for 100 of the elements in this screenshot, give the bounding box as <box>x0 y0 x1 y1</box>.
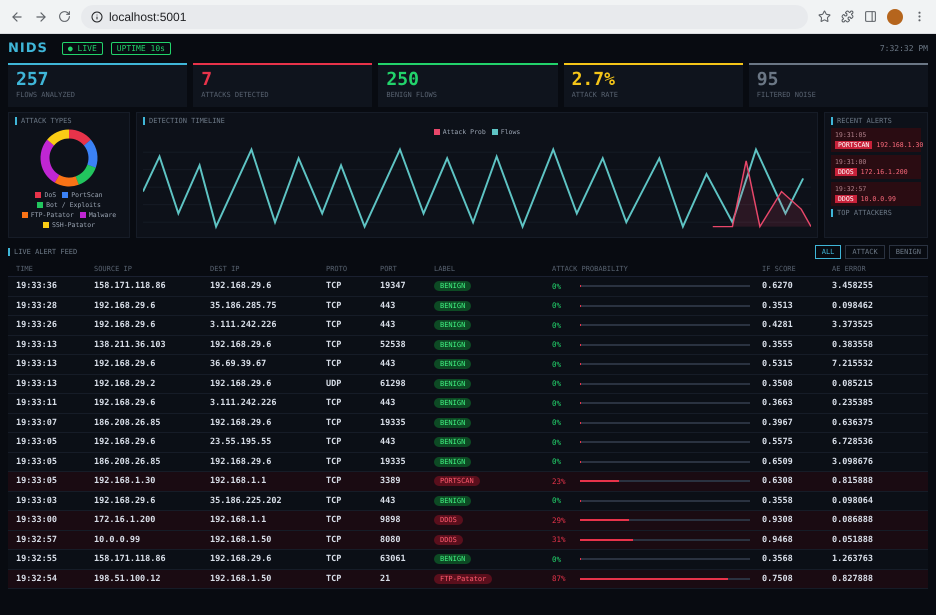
stat-value: 257 <box>16 69 50 91</box>
table-cell-text: 8080 <box>380 534 402 545</box>
table-cell-text: 186.208.26.85 <box>94 418 162 428</box>
table-cell-text: 3.458255 <box>832 281 874 292</box>
table-cell-text: 443 <box>380 398 396 408</box>
table-cell-text: 192.168.1.1 <box>210 476 268 486</box>
table-cell-text: TCP <box>326 515 342 526</box>
table-cell-text: 19:32:57 <box>16 534 58 545</box>
table-cell-text: 0.9308 <box>762 515 794 526</box>
table-cell-text: 19:33:13 <box>16 359 58 370</box>
table-cell-text: 0.3663 <box>762 398 794 408</box>
table-cell-text: 3.111.242.226 <box>210 320 278 330</box>
table-cell-text: 0.086888 <box>832 515 874 526</box>
table-cell-text: 61298 <box>380 378 407 389</box>
table-cell-text: 192.168.29.6 <box>94 437 156 448</box>
forward-icon[interactable] <box>34 10 48 24</box>
table-cell-text: TCP <box>326 496 342 506</box>
table-cell-text: 3.098676 <box>832 456 874 467</box>
table-cell-text: 0.5315 <box>762 359 794 370</box>
back-icon[interactable] <box>10 10 24 24</box>
table-cell-text: TCP <box>326 418 342 428</box>
table-cell-text: 192.168.29.6 <box>94 320 156 330</box>
table-cell-text: 3389 <box>380 476 402 486</box>
table-cell-text: 0.098462 <box>832 300 874 311</box>
table-cell-text: 192.168.1.1 <box>210 515 268 526</box>
table-cell-text: TCP <box>326 456 342 467</box>
table-cell-text: 0.235385 <box>832 398 874 408</box>
table-cell-text: 0.3558 <box>762 496 794 506</box>
table-cell-text: 192.168.29.6 <box>94 300 156 311</box>
table-cell-text: 35.186.285.75 <box>210 300 278 311</box>
table-cell-text: 192.168.29.6 <box>210 378 272 389</box>
table-cell-text: 0.383558 <box>832 340 874 350</box>
table-cell-text: 186.208.26.85 <box>94 456 162 467</box>
table-cell-text: TCP <box>326 340 342 350</box>
table-cell-text: 192.168.29.6 <box>210 418 272 428</box>
table-cell-text: 19:33:03 <box>16 496 58 506</box>
table-cell-text: TCP <box>326 320 342 330</box>
table-cell-text: 192.168.29.6 <box>210 554 272 564</box>
table-cell-text: 19:33:13 <box>16 378 58 389</box>
table-cell-text: 0.6270 <box>762 281 794 292</box>
address-bar[interactable]: localhost:5001 <box>81 4 808 28</box>
side-panel-icon[interactable] <box>864 10 877 23</box>
table-cell-text: 192.168.29.6 <box>210 340 272 350</box>
table-cell-text: 19:33:05 <box>16 437 58 448</box>
table-cell-text: 19347 <box>380 281 407 292</box>
table-cell-text: TCP <box>326 398 342 408</box>
table-cell-text: TCP <box>326 437 342 448</box>
table-cell-text: 0.3568 <box>762 554 794 564</box>
table-cell-text: 192.168.1.50 <box>210 534 272 545</box>
reload-icon[interactable] <box>58 10 71 23</box>
profile-avatar[interactable] <box>887 8 903 24</box>
table-cell-text: 0.098064 <box>832 496 874 506</box>
table-cell-text: 10.0.0.99 <box>94 534 142 545</box>
table-cell-text: 138.211.36.103 <box>94 340 167 350</box>
table-cell-text: 19:33:00 <box>16 515 58 526</box>
table-cell-text: 192.168.1.50 <box>210 574 272 584</box>
table-cell-text: TCP <box>326 281 342 292</box>
table-cell-text: 192.168.1.30 <box>94 476 156 486</box>
table-cell-text: 19335 <box>380 418 407 428</box>
table-cell-text: 443 <box>380 359 396 370</box>
table-cell-text: 0.4281 <box>762 320 794 330</box>
table-cell-text: 158.171.118.86 <box>94 281 167 292</box>
table-cell-text: UDP <box>326 378 342 389</box>
table-cell-text: TCP <box>326 534 342 545</box>
star-icon[interactable] <box>818 10 831 23</box>
table-cell-text: 0.7508 <box>762 574 794 584</box>
table-cell-text: 21 <box>380 574 392 584</box>
table-cell-text: 0.6509 <box>762 456 794 467</box>
table-cell-text: TCP <box>326 554 342 564</box>
table-cell-text: TCP <box>326 476 342 486</box>
table-cell-text: 3.373525 <box>832 320 874 330</box>
puzzle-icon[interactable] <box>841 10 854 23</box>
table-cell-text: 443 <box>380 320 396 330</box>
table-cell-text: 443 <box>380 496 396 506</box>
table-cell-text: 9898 <box>380 515 402 526</box>
table-cell-text: 19:33:13 <box>16 340 58 350</box>
table-cell-text: 0.085215 <box>832 378 874 389</box>
table-cell-text: 19:32:54 <box>16 574 58 584</box>
table-cell-text: 19:33:05 <box>16 476 58 486</box>
table-cell-text: 35.186.225.202 <box>210 496 283 506</box>
table-cell-text: 0.3513 <box>762 300 794 311</box>
stat-value: 2.7% <box>572 69 616 91</box>
table-cell-text: 0.3555 <box>762 340 794 350</box>
table-cell-text: 192.168.29.2 <box>94 378 156 389</box>
table-cell-text: 23.55.195.55 <box>210 437 272 448</box>
table-cell-text: TCP <box>326 300 342 311</box>
table-cell-text: 6.728536 <box>832 437 874 448</box>
table-cell-text: 0.3508 <box>762 378 794 389</box>
table-cell-text: 192.168.29.6 <box>210 281 272 292</box>
table-cell-text: 192.168.29.6 <box>94 359 156 370</box>
table-cell-text: 0.827888 <box>832 574 874 584</box>
stat-value: 7 <box>201 69 214 91</box>
table-cell-text: 443 <box>380 300 396 311</box>
status-badge: UPTIME 10s <box>110 42 171 54</box>
status-badge: ● LIVE <box>62 42 103 54</box>
table-cell-text: 1.263763 <box>832 554 874 564</box>
stat-value: 250 <box>386 69 420 91</box>
table-cell-text: 19:33:36 <box>16 281 58 292</box>
stat-value: 95 <box>756 69 780 91</box>
table-cell-text: 63061 <box>380 554 407 564</box>
